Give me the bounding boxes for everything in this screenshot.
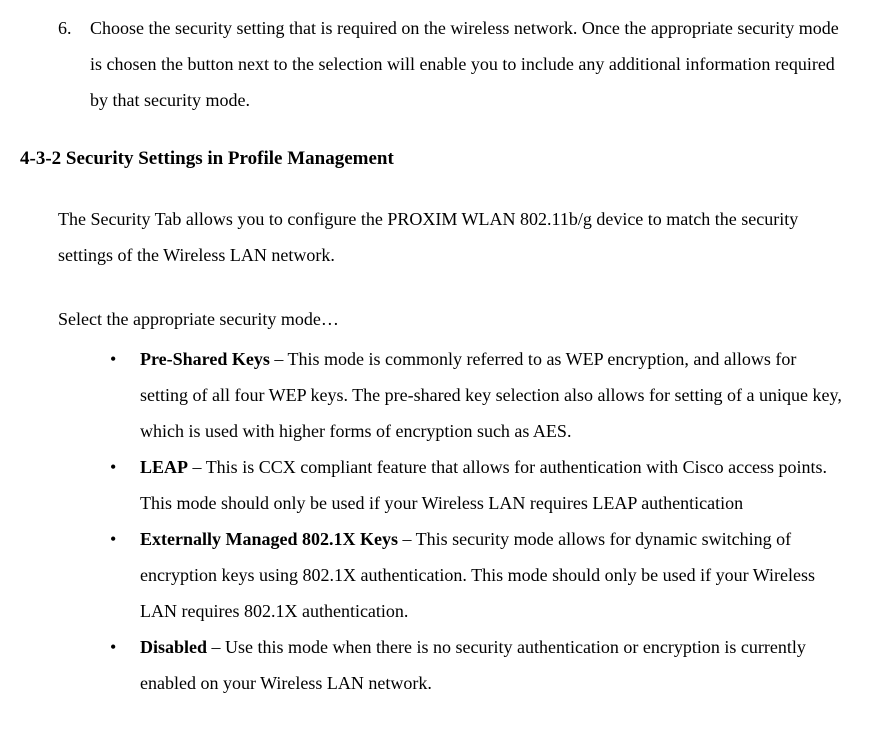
step-text: Choose the security setting that is requ… <box>90 10 842 118</box>
list-item: Externally Managed 802.1X Keys – This se… <box>110 521 842 629</box>
list-item: Pre-Shared Keys – This mode is commonly … <box>110 341 842 449</box>
step-number: 6. <box>58 10 90 118</box>
numbered-step: 6. Choose the security setting that is r… <box>20 10 842 118</box>
mode-title: Disabled <box>140 637 207 657</box>
mode-desc: – Use this mode when there is no securit… <box>140 637 806 693</box>
security-modes-list: Pre-Shared Keys – This mode is commonly … <box>20 341 842 701</box>
mode-title: Externally Managed 802.1X Keys <box>140 529 398 549</box>
select-mode-line: Select the appropriate security mode… <box>20 301 842 337</box>
intro-paragraph: The Security Tab allows you to configure… <box>20 201 842 273</box>
list-item: LEAP – This is CCX compliant feature tha… <box>110 449 842 521</box>
mode-title: Pre-Shared Keys <box>140 349 270 369</box>
mode-desc: – This is CCX compliant feature that all… <box>140 457 827 513</box>
list-item: Disabled – Use this mode when there is n… <box>110 629 842 701</box>
section-heading: 4-3-2 Security Settings in Profile Manag… <box>20 146 842 173</box>
mode-title: LEAP <box>140 457 188 477</box>
